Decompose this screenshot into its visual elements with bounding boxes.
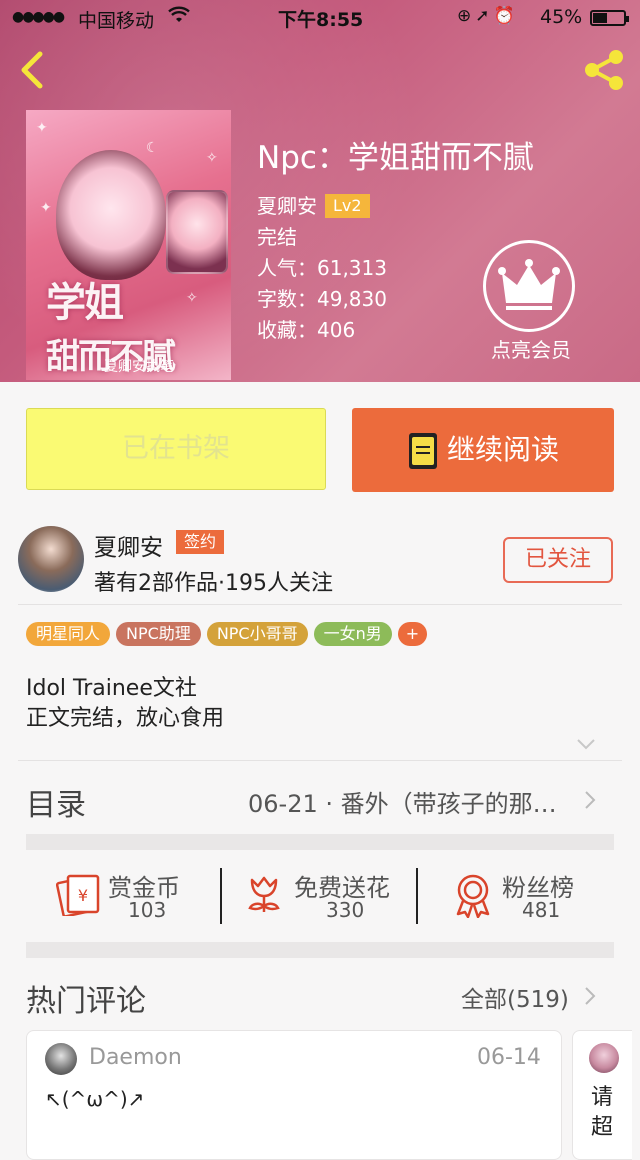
book-cover[interactable]: ✦ ☾ ✧ ✦ ✧ 学姐 甜而不腻 夏卿安执笔 [26,110,231,380]
book-title: Npc：学姐甜而不腻 [257,140,534,176]
author-avatar[interactable] [18,526,84,592]
comment-card[interactable]: Daemon 06-14 ↖(^ω^)↗ [26,1030,562,1160]
table-of-contents-row[interactable]: 目录 06-21 · 番外（带孩子的那… [26,776,614,824]
status-icons: ⊕➚⏰ [457,6,519,26]
section-separator [26,834,614,850]
reward-count: 103 [128,898,167,922]
level-badge: Lv2 [325,194,370,218]
red-envelope-icon: ¥ [55,872,102,920]
latest-chapter: 06-21 · 番外（带孩子的那… [248,790,557,818]
section-separator [26,942,614,958]
divider [18,760,622,761]
flower-icon [244,874,284,920]
description-line: Idol Trainee文社 [26,676,197,701]
book-header: ●●●●● 中国移动 下午8:55 ⊕➚⏰ 45% ✦ ☾ ✧ ✦ ✧ 学姐 甜… [0,0,640,382]
wifi-icon [168,6,190,29]
comment-card[interactable]: 请超 [572,1030,632,1160]
reward-coins[interactable]: ¥ 赏金币 103 [55,868,206,928]
continue-reading-label: 继续阅读 [446,433,559,466]
svg-text:¥: ¥ [78,886,88,905]
clock: 下午8:55 [278,9,364,31]
stat-divider [416,868,418,924]
battery-percent: 45% [540,6,583,28]
book-description: Idol Trainee文社 正文完结，放心食用 [26,674,224,734]
stat-divider [220,868,222,924]
commenter-avatar[interactable] [589,1043,619,1073]
crown-icon [483,240,575,332]
medal-icon [452,872,494,922]
status-bar: ●●●●● 中国移动 下午8:55 ⊕➚⏰ 45% [0,0,640,36]
divider [18,604,622,605]
tag-item[interactable]: 一女n男 [313,622,392,646]
tag-item[interactable]: NPC助理 [116,622,201,646]
commenter-name[interactable]: Daemon [89,1045,182,1070]
all-comments-link[interactable]: 全部(519) [461,980,569,1014]
vip-button[interactable]: 点亮会员 [483,240,579,363]
author-stats: 著有2部作品·195人关注 [94,571,333,596]
flower-count: 330 [326,898,365,922]
comment-text: ↖(^ω^)↗ [45,1087,145,1111]
back-button[interactable] [14,48,54,92]
hot-comments-title: 热门评论 [26,984,146,1019]
author-name[interactable]: 夏卿安 [94,528,163,562]
battery-icon [590,10,629,26]
chevron-right-icon [584,790,596,810]
signed-badge: 签约 [176,530,225,554]
tag-item[interactable]: NPC小哥哥 [206,622,308,646]
fans-count: 481 [522,898,561,922]
chevron-right-icon[interactable] [584,986,596,1006]
comment-date: 06-14 [477,1045,541,1070]
commenter-avatar[interactable] [45,1043,77,1075]
signal-icon: ●●●●● [12,9,65,25]
tag-list: 明星同人 NPC助理 NPC小哥哥 一女n男 + [26,622,433,648]
add-tag-button[interactable]: + [397,622,428,646]
description-line: 正文完结，放心食用 [26,706,225,731]
book-author[interactable]: 夏卿安 [257,194,317,218]
toc-label: 目录 [26,788,86,823]
follow-button[interactable]: 已关注 [503,537,613,583]
chevron-down-icon[interactable] [576,736,596,750]
tag-item[interactable]: 明星同人 [26,622,111,646]
free-flower[interactable]: 免费送花 330 [244,868,404,928]
book-author-row: 夏卿安 Lv2 [257,191,534,222]
fans-ranking[interactable]: 粉丝榜 481 [452,868,592,928]
carrier-label: 中国移动 [78,10,155,32]
continue-reading-button[interactable]: 继续阅读 [352,408,614,492]
in-shelf-button[interactable]: 已在书架 [26,408,326,490]
cover-author: 夏卿安执笔 [104,359,174,375]
share-button[interactable] [580,46,628,94]
cover-portrait-small [166,190,228,274]
comment-text: 请超 [591,1085,614,1140]
cover-portrait [56,150,166,280]
book-icon [407,431,439,471]
vip-label: 点亮会员 [491,338,571,362]
